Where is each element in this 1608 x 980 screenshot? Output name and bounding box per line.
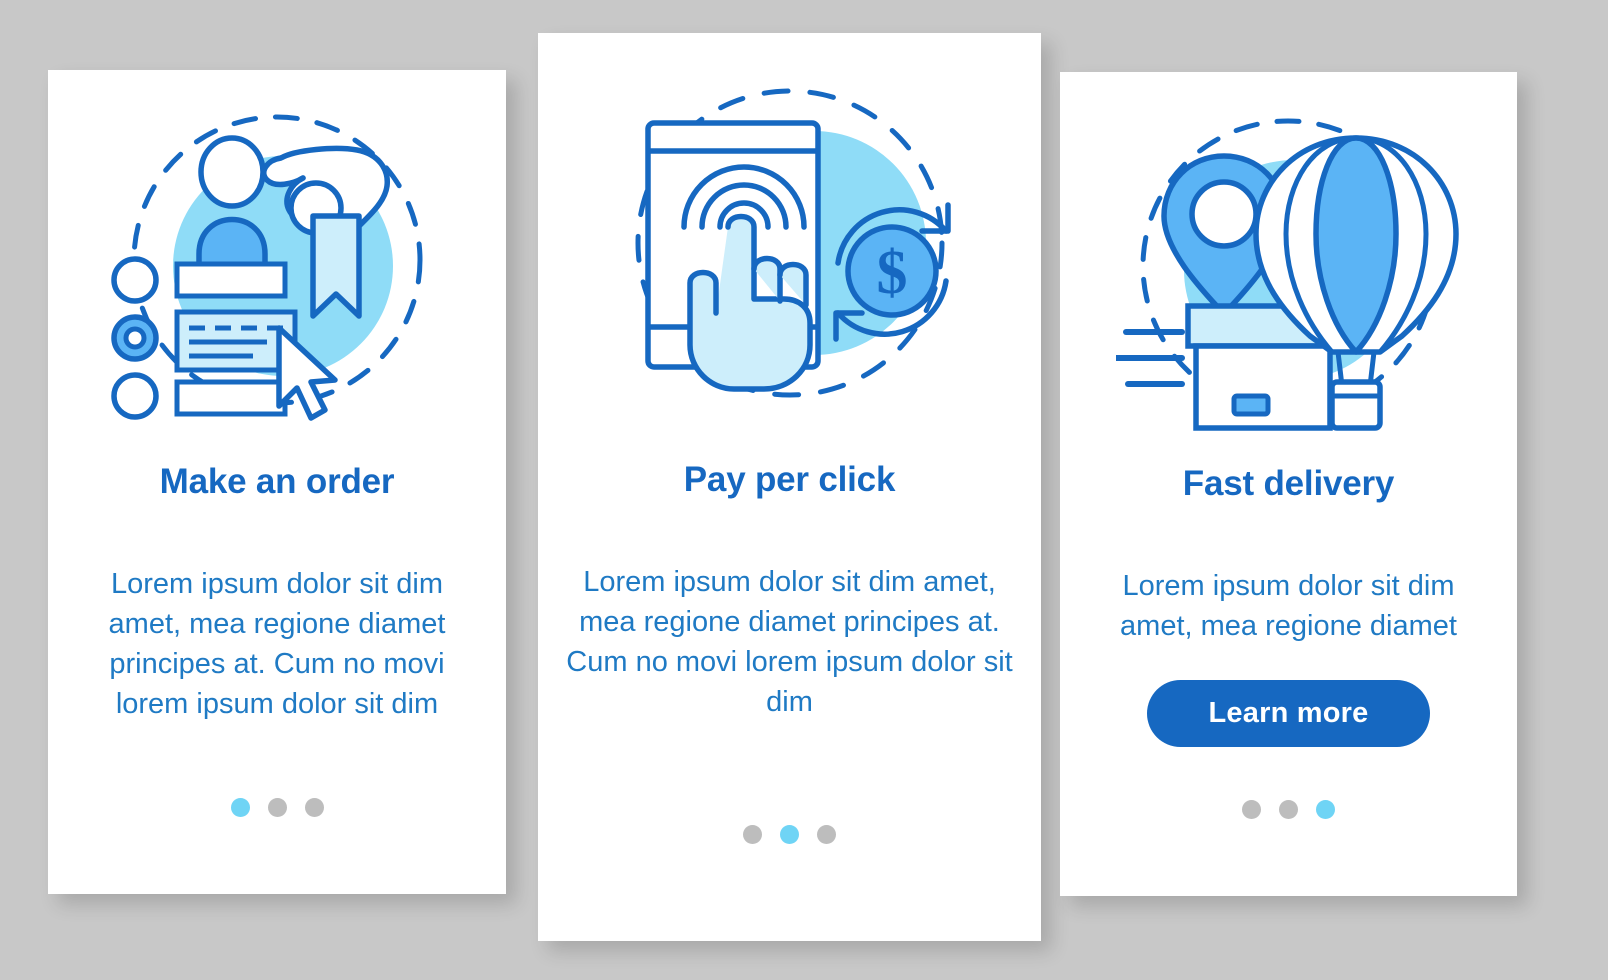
pagination-dot-3[interactable] <box>1316 800 1335 819</box>
onboarding-screens-stage: Make an order Lorem ipsum dolor sit dim … <box>0 0 1608 980</box>
svg-text:$: $ <box>877 239 908 307</box>
onboarding-card-make-an-order[interactable]: Make an order Lorem ipsum dolor sit dim … <box>48 70 506 894</box>
order-form-illustration <box>111 114 423 421</box>
card-description: Lorem ipsum dolor sit dim amet, mea regi… <box>108 568 446 721</box>
pagination-dot-3[interactable] <box>817 825 836 844</box>
card-title: Make an order <box>159 462 395 501</box>
pagination-dot-1[interactable] <box>230 798 250 817</box>
pagination-dot-1[interactable] <box>743 825 762 844</box>
dollar-coin-icon: $ <box>845 224 939 318</box>
pay-per-click-illustration: $ <box>635 88 951 398</box>
pagination-dot-2[interactable] <box>1279 800 1298 819</box>
fast-delivery-illustration <box>1116 118 1459 431</box>
illustration-container-payperclick: $ <box>538 33 1041 458</box>
illustration-container-order <box>48 70 506 460</box>
pagination-dots[interactable] <box>48 798 506 817</box>
card-title: Pay per click <box>683 460 896 499</box>
pagination-dot-2[interactable] <box>267 798 287 817</box>
card-title: Fast delivery <box>1182 464 1395 503</box>
radio-button-list-icon <box>111 256 159 420</box>
onboarding-card-pay-per-click[interactable]: $ Pay per click Lorem ipsum dolor sit di… <box>538 33 1041 941</box>
pagination-dot-1[interactable] <box>1242 800 1261 819</box>
learn-more-button[interactable]: Learn more <box>1146 680 1431 748</box>
pagination-dots[interactable] <box>1060 800 1517 819</box>
card-description: Lorem ipsum dolor sit dim amet, mea regi… <box>566 566 1013 719</box>
pagination-dots[interactable] <box>538 825 1041 844</box>
illustration-container-delivery <box>1060 72 1517 462</box>
onboarding-card-fast-delivery[interactable]: Fast delivery Lorem ipsum dolor sit dim … <box>1060 72 1517 896</box>
card-description: Lorem ipsum dolor sit dim amet, mea regi… <box>1120 570 1457 643</box>
speed-lines-icon <box>1116 329 1185 387</box>
pagination-dot-2[interactable] <box>780 825 799 844</box>
pagination-dot-3[interactable] <box>304 798 324 817</box>
